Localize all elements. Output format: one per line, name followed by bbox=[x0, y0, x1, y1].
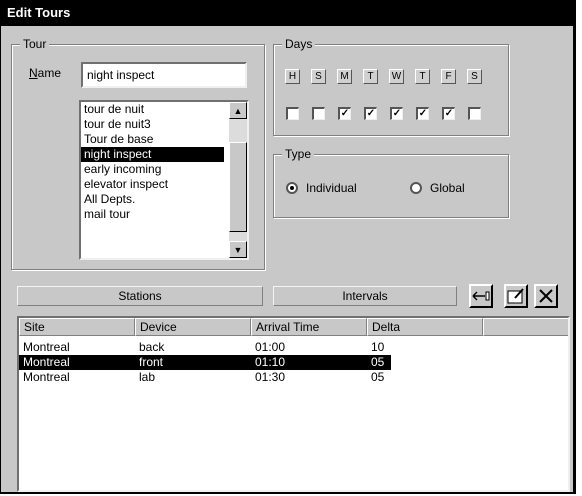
tour-list-item[interactable]: early incoming bbox=[81, 162, 224, 177]
type-group-title: Type bbox=[282, 147, 315, 161]
name-label: Name bbox=[29, 66, 62, 80]
cell-site: Montreal bbox=[23, 340, 70, 354]
col-site[interactable]: Site bbox=[19, 318, 135, 336]
radio-dot bbox=[290, 186, 294, 190]
day-letter-7: S bbox=[467, 69, 482, 84]
day-letter-2: M bbox=[337, 69, 352, 84]
scroll-thumb[interactable] bbox=[229, 142, 247, 232]
cell-device: lab bbox=[139, 370, 156, 384]
days-groupbox: Days bbox=[273, 37, 509, 136]
day-letter-6: F bbox=[441, 69, 456, 84]
col-delta[interactable]: Delta bbox=[367, 318, 483, 336]
tour-list-scrollbar[interactable]: ▲ ▼ bbox=[229, 102, 247, 258]
day-letter-0: H bbox=[285, 69, 300, 84]
col-empty bbox=[483, 318, 568, 336]
cell-delta: 10 bbox=[371, 340, 385, 354]
cell-arrival: 01:10 bbox=[255, 355, 286, 369]
cell-site: Montreal bbox=[23, 355, 70, 369]
stations-header: Stations bbox=[17, 286, 263, 306]
day-letter-5: T bbox=[415, 69, 430, 84]
tour-list-item[interactable]: Tour de base bbox=[81, 132, 224, 147]
tour-list-item[interactable]: tour de nuit bbox=[81, 102, 224, 117]
insert-icon bbox=[472, 291, 490, 301]
cell-site: Montreal bbox=[23, 370, 70, 384]
day-checkbox-6[interactable]: ✓ bbox=[442, 107, 455, 120]
edit-tours-window: Edit Tours Tour Name night inspect tour … bbox=[0, 0, 576, 494]
delete-button[interactable] bbox=[534, 284, 558, 308]
scroll-up-icon[interactable]: ▲ bbox=[229, 102, 247, 119]
radio-individual[interactable] bbox=[286, 182, 298, 194]
col-arrival-time[interactable]: Arrival Time bbox=[251, 318, 367, 336]
cell-delta: 05 bbox=[371, 370, 385, 384]
edit-button[interactable] bbox=[504, 284, 528, 308]
tour-list: tour de nuit tour de nuit3 Tour de base nig… bbox=[81, 102, 247, 222]
cell-delta: 05 bbox=[371, 355, 385, 369]
cell-arrival: 01:30 bbox=[255, 370, 286, 384]
name-label-rest: ame bbox=[37, 66, 62, 80]
day-checkbox-3[interactable]: ✓ bbox=[364, 107, 377, 120]
edit-icon bbox=[507, 288, 524, 304]
tour-list-item[interactable]: night inspect bbox=[81, 147, 224, 162]
tour-list-item[interactable]: mail tour bbox=[81, 207, 224, 222]
tour-listbox[interactable]: tour de nuit tour de nuit3 Tour de base nig… bbox=[79, 100, 249, 260]
day-letter-3: T bbox=[363, 69, 378, 84]
window-title: Edit Tours bbox=[1, 0, 576, 26]
insert-button[interactable] bbox=[469, 284, 493, 308]
day-checkbox-0[interactable] bbox=[286, 107, 299, 120]
radio-global[interactable] bbox=[410, 182, 422, 194]
global-label[interactable]: Global bbox=[430, 181, 465, 195]
day-letter-1: S bbox=[311, 69, 326, 84]
days-group-title: Days bbox=[282, 37, 316, 51]
table-row[interactable]: Montreal back 01:00 10 bbox=[19, 340, 391, 355]
close-icon bbox=[539, 289, 553, 303]
table-column-headers: Site Device Arrival Time Delta bbox=[19, 318, 568, 336]
stations-table[interactable]: Site Device Arrival Time Delta Montreal b… bbox=[17, 316, 570, 492]
scroll-down-icon[interactable]: ▼ bbox=[229, 241, 247, 258]
cell-device: front bbox=[139, 355, 164, 369]
day-checkbox-5[interactable]: ✓ bbox=[416, 107, 429, 120]
tour-name-input[interactable]: night inspect bbox=[81, 62, 247, 88]
day-checkbox-7[interactable] bbox=[468, 107, 481, 120]
day-letter-4: W bbox=[389, 69, 404, 84]
day-checkbox-2[interactable]: ✓ bbox=[338, 107, 351, 120]
table-row[interactable]: Montreal lab 01:30 05 bbox=[19, 370, 391, 385]
tour-group-title: Tour bbox=[20, 37, 50, 51]
tour-list-item[interactable]: tour de nuit3 bbox=[81, 117, 224, 132]
day-checkbox-4[interactable]: ✓ bbox=[390, 107, 403, 120]
cell-arrival: 01:00 bbox=[255, 340, 286, 354]
day-checkbox-1[interactable] bbox=[312, 107, 325, 120]
individual-label[interactable]: Individual bbox=[306, 181, 357, 195]
tour-list-item[interactable]: All Depts. bbox=[81, 192, 224, 207]
cell-device: back bbox=[139, 340, 165, 354]
tour-list-item[interactable]: elevator inspect bbox=[81, 177, 224, 192]
col-device[interactable]: Device bbox=[135, 318, 251, 336]
table-row[interactable]: Montreal front 01:10 05 bbox=[19, 355, 391, 370]
intervals-header: Intervals bbox=[273, 286, 457, 306]
